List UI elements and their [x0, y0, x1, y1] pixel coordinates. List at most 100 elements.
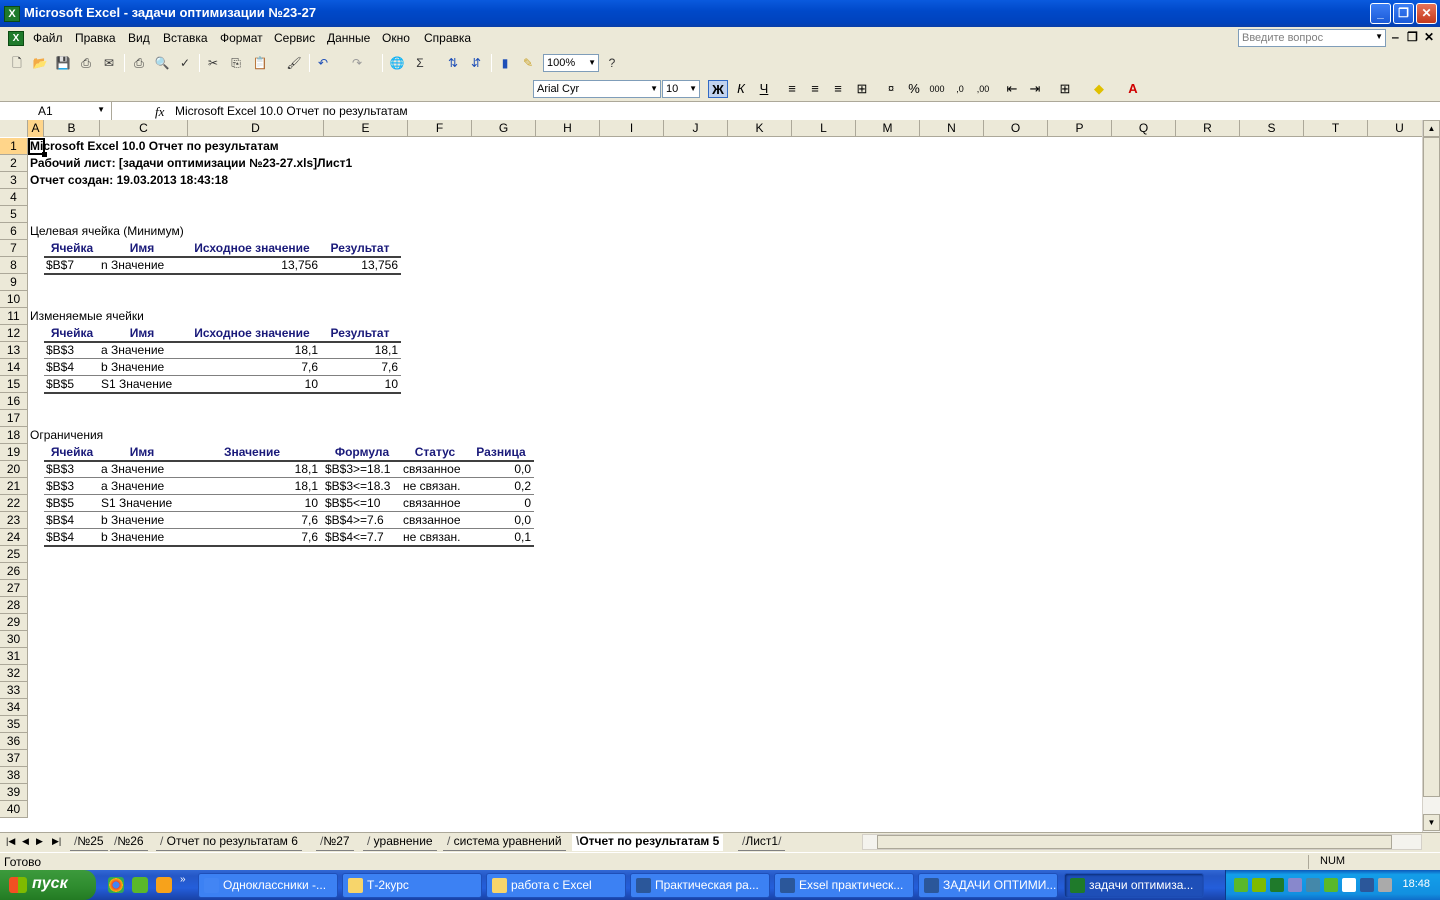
undo-icon[interactable]: ↶	[314, 54, 332, 72]
print-preview-icon[interactable]: 🔍	[153, 54, 171, 72]
select-all-corner[interactable]	[0, 120, 28, 137]
tray-icon[interactable]	[1252, 878, 1266, 892]
row-header[interactable]: 39	[0, 784, 28, 801]
chevron-down-icon[interactable]: ▼	[650, 84, 658, 93]
sheet-tab[interactable]: / система уравнений	[443, 834, 566, 851]
table-cell[interactable]: не связан.	[403, 478, 461, 495]
sheet-tab[interactable]: /№25	[70, 834, 108, 851]
taskbar-button-active[interactable]: задачи оптимиза...	[1064, 873, 1204, 898]
merge-center-icon[interactable]: ⊞	[852, 80, 872, 98]
align-center-icon[interactable]: ≡	[805, 80, 825, 98]
menu-file[interactable]: Файл	[33, 31, 63, 45]
column-header[interactable]: L	[792, 120, 856, 137]
table-cell[interactable]: 10	[184, 376, 318, 393]
autosum-icon[interactable]: Σ	[411, 54, 429, 72]
tray-icon[interactable]	[1288, 878, 1302, 892]
quicklaunch-icon[interactable]	[156, 877, 172, 893]
start-button[interactable]: пуск	[0, 870, 96, 900]
table-cell[interactable]: $B$4	[46, 512, 74, 529]
table-cell[interactable]: b Значение	[101, 529, 164, 546]
menu-data[interactable]: Данные	[327, 31, 370, 45]
email-icon[interactable]: ✉	[100, 54, 118, 72]
permission-icon[interactable]: ⎙	[77, 54, 95, 72]
cut-icon[interactable]: ✂	[204, 54, 222, 72]
row-header[interactable]: 24	[0, 529, 28, 546]
report-worksheet[interactable]: Рабочий лист: [задачи оптимизации №23-27…	[30, 155, 352, 172]
italic-button[interactable]: К	[731, 80, 751, 98]
worksheet-grid[interactable]: ABCDEFGHIJKLMNOPQRSTU 1 2 3 4 5 6 7 8 9 10 11 12 13 1…	[0, 120, 1422, 832]
table-cell[interactable]: b Значение	[101, 359, 164, 376]
chevron-down-icon[interactable]: ▼	[97, 105, 105, 114]
table-cell[interactable]: 18,1	[184, 478, 318, 495]
table-cell[interactable]: 18,1	[320, 342, 398, 359]
table-cell[interactable]: 18,1	[184, 461, 318, 478]
report-created[interactable]: Отчет создан: 19.03.2013 18:43:18	[30, 172, 228, 189]
table-header[interactable]: Ячейка	[44, 444, 100, 461]
section-title[interactable]: Целевая ячейка (Минимум)	[30, 223, 184, 240]
table-header[interactable]: Ячейка	[44, 325, 100, 342]
row-header[interactable]: 4	[0, 189, 28, 206]
tray-icon[interactable]	[1342, 878, 1356, 892]
row-header[interactable]: 20	[0, 461, 28, 478]
section-title[interactable]: Ограничения	[30, 427, 103, 444]
save-icon[interactable]: 💾	[54, 54, 72, 72]
chrome-icon[interactable]	[108, 877, 124, 893]
insert-function-icon[interactable]: fx	[155, 104, 164, 120]
table-cell[interactable]: 13,756	[184, 257, 318, 274]
column-header[interactable]: S	[1240, 120, 1304, 137]
table-cell[interactable]: a Значение	[101, 461, 164, 478]
row-header[interactable]: 12	[0, 325, 28, 342]
row-header[interactable]: 14	[0, 359, 28, 376]
table-cell[interactable]: 13,756	[320, 257, 398, 274]
menu-window[interactable]: Окно	[382, 31, 410, 45]
table-cell[interactable]: S1 Значение	[101, 376, 172, 393]
close-button[interactable]: ✕	[1416, 3, 1437, 24]
taskbar-button[interactable]: Т-2курс	[342, 873, 482, 898]
row-header[interactable]: 3	[0, 172, 28, 189]
column-header[interactable]: R	[1176, 120, 1240, 137]
fill-color-icon[interactable]: ◆	[1089, 80, 1109, 98]
table-cell[interactable]: n Значение	[101, 257, 164, 274]
row-header[interactable]: 16	[0, 393, 28, 410]
column-header[interactable]: F	[408, 120, 472, 137]
menu-edit[interactable]: Правка	[75, 31, 116, 45]
row-header[interactable]: 23	[0, 512, 28, 529]
column-header[interactable]: K	[728, 120, 792, 137]
table-header[interactable]: Исходное значение	[184, 240, 320, 257]
column-header[interactable]: Q	[1112, 120, 1176, 137]
prev-sheet-icon[interactable]: ◀	[22, 836, 29, 847]
document-icon[interactable]: X	[8, 31, 24, 46]
row-header[interactable]: 2	[0, 155, 28, 172]
table-cell[interactable]: $B$5	[46, 495, 74, 512]
table-header[interactable]: Формула	[322, 444, 402, 461]
menu-view[interactable]: Вид	[128, 31, 150, 45]
row-header[interactable]: 9	[0, 274, 28, 291]
new-file-icon[interactable]: 🗋	[8, 54, 26, 72]
paste-icon[interactable]: 📋	[251, 54, 269, 72]
column-header[interactable]: A	[28, 120, 44, 137]
row-header[interactable]: 35	[0, 716, 28, 733]
row-header[interactable]: 26	[0, 563, 28, 580]
help-question-input[interactable]: Введите вопрос ▼	[1238, 29, 1386, 47]
column-header[interactable]: T	[1304, 120, 1368, 137]
row-header[interactable]: 8	[0, 257, 28, 274]
taskbar-button[interactable]: Exsel практическ...	[774, 873, 914, 898]
tray-icon[interactable]	[1360, 878, 1374, 892]
open-folder-icon[interactable]: 📂	[31, 54, 49, 72]
table-header[interactable]: Исходное значение	[184, 325, 320, 342]
row-header[interactable]: 28	[0, 597, 28, 614]
table-cell[interactable]: 10	[320, 376, 398, 393]
table-cell[interactable]: 18,1	[184, 342, 318, 359]
taskbar-button[interactable]: Практическая ра...	[630, 873, 770, 898]
row-header[interactable]: 29	[0, 614, 28, 631]
menu-help[interactable]: Справка	[424, 31, 471, 45]
row-header[interactable]: 33	[0, 682, 28, 699]
scroll-thumb[interactable]	[1423, 137, 1440, 797]
increase-decimal-icon[interactable]: ,0	[950, 80, 970, 98]
table-header[interactable]: Разница	[468, 444, 534, 461]
scroll-thumb[interactable]	[877, 835, 1392, 849]
bold-button[interactable]: Ж	[708, 80, 728, 98]
table-cell[interactable]: $B$4	[46, 359, 74, 376]
copy-icon[interactable]: ⎘	[227, 54, 245, 72]
table-cell[interactable]: связанное	[403, 461, 461, 478]
